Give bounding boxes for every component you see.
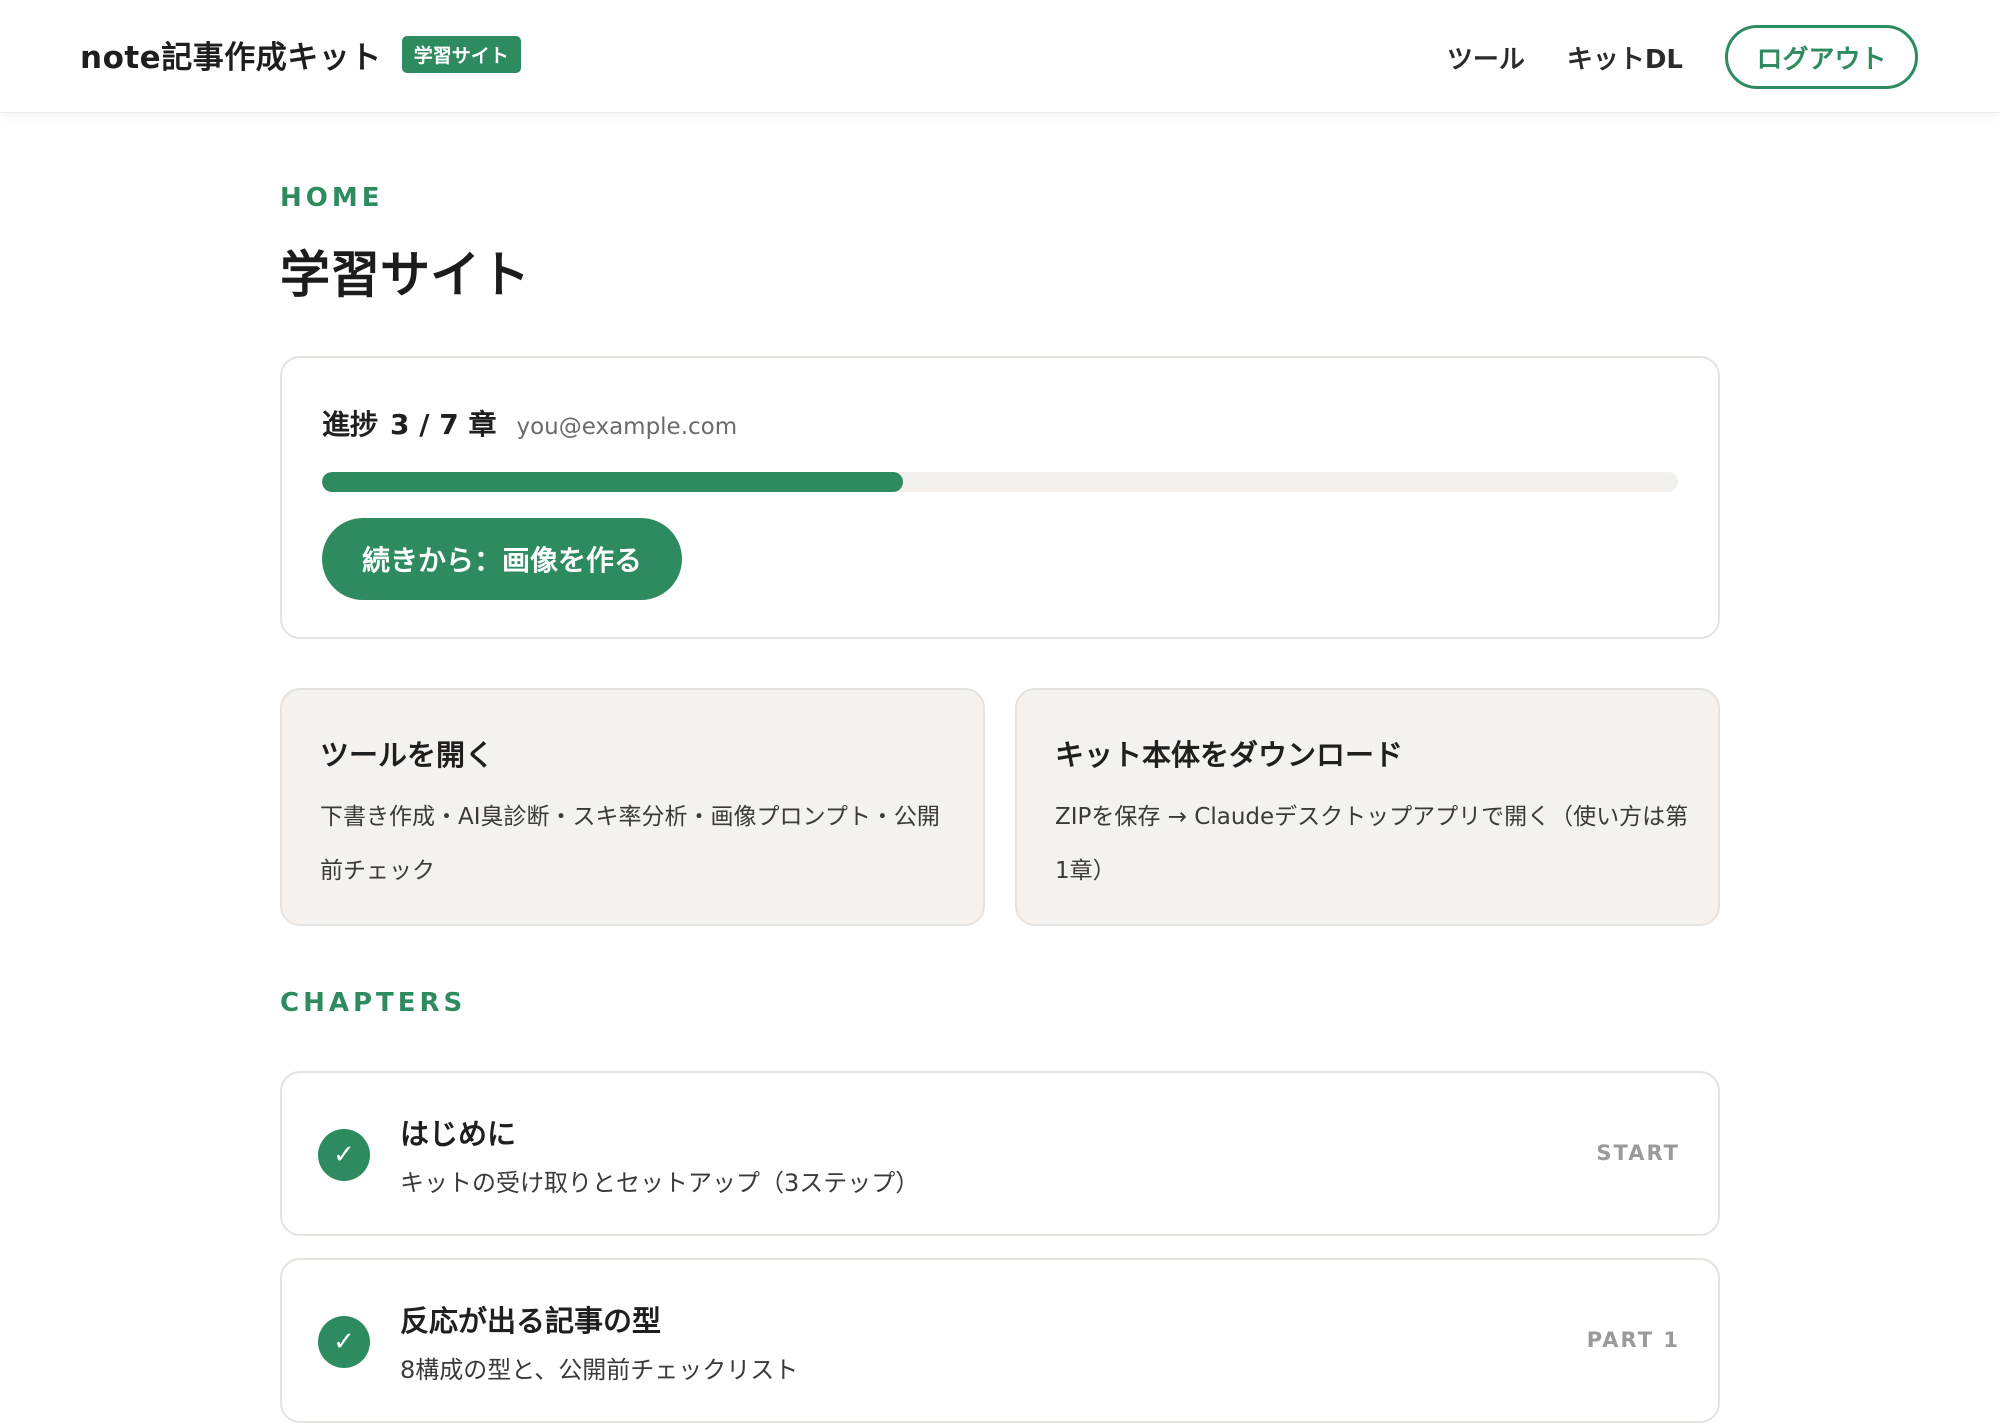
brand-badge: 学習サイト [401, 36, 521, 73]
check-icon: ✓ [318, 1129, 370, 1181]
page-title: 学習サイト [280, 246, 530, 304]
progress-bar-fill [322, 472, 904, 492]
check-icon: ✓ [318, 1316, 370, 1368]
progress-header: 進捗 3 / 7 章 you@example.com [322, 403, 737, 443]
user-email: you@example.com [516, 414, 738, 440]
top-nav: ツール キットDL ログアウト [1447, 25, 1918, 89]
chapter-tag: PART 1 [1586, 1328, 1680, 1352]
download-kit-description: ZIPを保存 → Claudeデスクトップアプリで開く（使い方は第1章） [1055, 804, 1689, 884]
nav-link-kit-download[interactable]: キットDL [1567, 39, 1683, 76]
nav-link-tools[interactable]: ツール [1447, 39, 1525, 76]
continue-button[interactable]: 続きから：画像を作る [322, 518, 682, 600]
eyebrow-chapters: CHAPTERS [280, 988, 467, 1018]
open-tools-description: 下書き作成・AI臭診断・スキ率分析・画像プロンプト・公開前チェック [320, 804, 940, 884]
download-kit-card[interactable]: キット本体をダウンロード ZIPを保存 → Claudeデスクトップアプリで開く… [1015, 688, 1720, 926]
progress-card: 進捗 3 / 7 章 you@example.com 続きから：画像を作る [280, 356, 1720, 639]
open-tools-card[interactable]: ツールを開く 下書き作成・AI臭診断・スキ率分析・画像プロンプト・公開前チェック [280, 688, 985, 926]
top-header: note記事作成キット 学習サイト ツール キットDL ログアウト [0, 0, 2000, 113]
logout-button[interactable]: ログアウト [1725, 25, 1918, 89]
brand[interactable]: note記事作成キット 学習サイト [80, 32, 521, 77]
progress-bar-track [322, 472, 1678, 492]
progress-count: 3 / 7 章 [390, 408, 497, 441]
chapter-title: 反応が出る記事の型 [400, 1304, 662, 1338]
chapter-description: キットの受け取りとセットアップ（3ステップ） [400, 1169, 920, 1197]
progress-label: 進捗 [322, 408, 379, 441]
brand-title: note記事作成キット [80, 40, 382, 76]
chapter-card[interactable]: ✓ 反応が出る記事の型 8構成の型と、公開前チェックリスト PART 1 [280, 1258, 1720, 1423]
chapter-tag: START [1596, 1141, 1680, 1165]
chapter-title: はじめに [400, 1117, 517, 1151]
chapter-description: 8構成の型と、公開前チェックリスト [400, 1356, 799, 1384]
download-kit-title: キット本体をダウンロード [1055, 738, 1404, 772]
open-tools-title: ツールを開く [320, 738, 495, 772]
eyebrow-home: HOME [280, 183, 384, 213]
chapter-card[interactable]: ✓ はじめに キットの受け取りとセットアップ（3ステップ） START [280, 1071, 1720, 1236]
